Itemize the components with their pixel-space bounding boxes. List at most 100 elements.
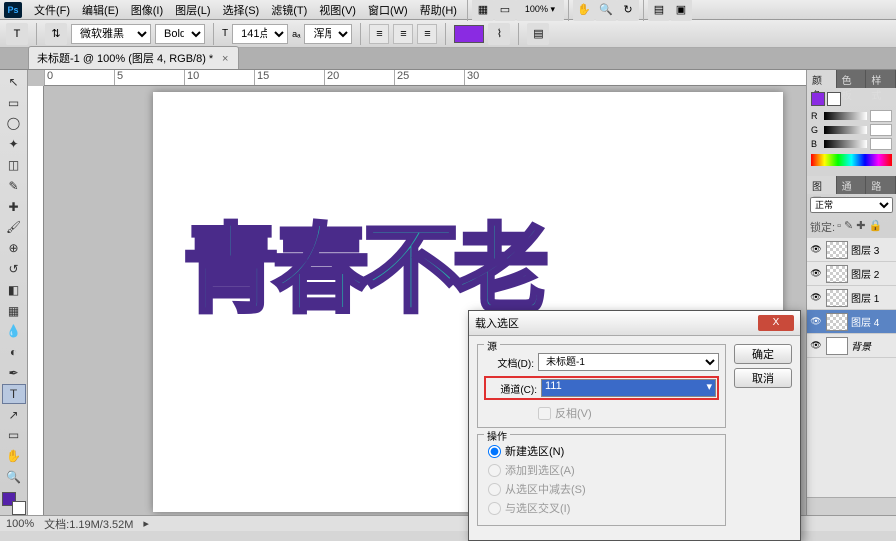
tab-channels[interactable]: 通道 — [837, 176, 867, 194]
layer-list: 👁图层 3 👁图层 2 👁图层 1 👁图层 4 👁背景 — [807, 238, 896, 497]
path-tool[interactable]: ↗ — [2, 405, 26, 425]
dialog-titlebar[interactable]: 载入选区 X — [469, 311, 800, 336]
type-tool[interactable]: T — [2, 384, 26, 404]
shape-tool[interactable]: ▭ — [2, 426, 26, 446]
align-center-icon[interactable]: ≡ — [393, 24, 413, 44]
eye-icon[interactable]: 👁 — [809, 267, 823, 281]
screen-mode-icon[interactable]: ▣ — [670, 0, 692, 21]
tab-paths[interactable]: 路径 — [866, 176, 896, 194]
align-left-icon[interactable]: ≡ — [369, 24, 389, 44]
r-slider[interactable] — [824, 112, 867, 120]
hand-icon[interactable]: ✋ — [573, 0, 595, 21]
heal-tool[interactable]: ✚ — [2, 197, 26, 217]
fg-swatch[interactable] — [811, 92, 825, 106]
char-panel-icon[interactable]: ▤ — [527, 23, 549, 45]
menu-filter[interactable]: 滤镜(T) — [265, 0, 313, 20]
zoom-level[interactable]: 100% ▾ — [516, 0, 564, 21]
text-color-swatch[interactable] — [454, 25, 484, 43]
move-tool[interactable]: ↖ — [2, 72, 26, 92]
menu-layer[interactable]: 图层(L) — [169, 0, 216, 20]
wand-tool[interactable]: ✦ — [2, 134, 26, 154]
type-tool-icon[interactable]: T — [6, 23, 28, 45]
blend-mode-select[interactable]: 正常 — [810, 197, 893, 213]
background-color[interactable] — [12, 501, 26, 515]
b-value[interactable] — [870, 138, 892, 150]
gradient-tool[interactable]: ▦ — [2, 301, 26, 321]
info-chevron-icon[interactable]: ▸ — [143, 517, 149, 530]
layer-row[interactable]: 👁背景 — [807, 334, 896, 358]
marquee-tool[interactable]: ▭ — [2, 93, 26, 113]
op-new-radio[interactable] — [488, 445, 501, 458]
eraser-tool[interactable]: ◧ — [2, 280, 26, 300]
op-add-radio — [488, 464, 501, 477]
channel-select[interactable]: 111 ▾ — [541, 379, 716, 397]
blur-tool[interactable]: 💧 — [2, 322, 26, 342]
bridge-icon[interactable]: ▦ — [472, 0, 494, 21]
ok-button[interactable]: 确定 — [734, 344, 792, 364]
layer-row[interactable]: 👁图层 1 — [807, 286, 896, 310]
menu-image[interactable]: 图像(I) — [125, 0, 169, 20]
tab-styles[interactable]: 样式 — [866, 70, 896, 88]
app-logo: Ps — [4, 2, 22, 18]
layer-row[interactable]: 👁图层 2 — [807, 262, 896, 286]
font-family-select[interactable]: 微软雅黑 — [71, 24, 151, 44]
zoom-status[interactable]: 100% — [6, 518, 34, 530]
operation-legend: 操作 — [484, 428, 510, 443]
crop-tool[interactable]: ◫ — [2, 155, 26, 175]
arrange-icon[interactable]: ▤ — [648, 0, 670, 21]
r-value[interactable] — [870, 110, 892, 122]
font-size-select[interactable]: 141点 — [232, 24, 288, 44]
font-weight-select[interactable]: Bold — [155, 24, 205, 44]
menu-file[interactable]: 文件(F) — [28, 0, 76, 20]
zoom-icon[interactable]: 🔍 — [595, 0, 617, 21]
layer-row[interactable]: 👁图层 4 — [807, 310, 896, 334]
document-tab[interactable]: 未标题-1 @ 100% (图层 4, RGB/8) * × — [28, 46, 239, 69]
document-select[interactable]: 未标题-1 — [538, 353, 719, 371]
aa-label: aₐ — [292, 29, 300, 39]
layer-row[interactable]: 👁图层 3 — [807, 238, 896, 262]
color-ramp[interactable] — [811, 154, 892, 166]
lasso-tool[interactable]: ◯ — [2, 114, 26, 134]
eyedropper-tool[interactable]: ✎ — [2, 176, 26, 196]
color-panel: R G B — [807, 88, 896, 170]
menu-view[interactable]: 视图(V) — [313, 0, 362, 20]
channel-row-highlight: 通道(C): 111 ▾ — [484, 376, 719, 400]
eye-icon[interactable]: 👁 — [809, 315, 823, 329]
hand-tool[interactable]: ✋ — [2, 446, 26, 466]
lock-icons[interactable]: ▫ ✎ ✚ 🔒 — [837, 219, 882, 235]
layout-icon[interactable]: ▭ — [494, 0, 516, 21]
pen-tool[interactable]: ✒ — [2, 363, 26, 383]
zoom-tool[interactable]: 🔍 — [2, 467, 26, 487]
history-brush-tool[interactable]: ↺ — [2, 259, 26, 279]
dialog-close-button[interactable]: X — [758, 315, 794, 331]
bg-swatch[interactable] — [827, 92, 841, 106]
antialias-select[interactable]: 浑厚 — [304, 24, 352, 44]
menu-window[interactable]: 窗口(W) — [362, 0, 414, 20]
text-orientation-icon[interactable]: ⇅ — [45, 23, 67, 45]
tab-color[interactable]: 颜色 — [807, 70, 837, 88]
eye-icon[interactable]: 👁 — [809, 243, 823, 257]
b-slider[interactable] — [824, 140, 867, 148]
menu-select[interactable]: 选择(S) — [217, 0, 266, 20]
warp-text-icon[interactable]: ⌇ — [488, 23, 510, 45]
eye-icon[interactable]: 👁 — [809, 291, 823, 305]
tab-swatches[interactable]: 色板 — [837, 70, 867, 88]
g-slider[interactable] — [824, 126, 867, 134]
align-right-icon[interactable]: ≡ — [417, 24, 437, 44]
color-picker[interactable] — [2, 492, 26, 515]
options-bar: T ⇅ 微软雅黑 Bold T 141点 aₐ 浑厚 ≡ ≡ ≡ ⌇ ▤ — [0, 20, 896, 48]
stamp-tool[interactable]: ⊕ — [2, 238, 26, 258]
dialog-title-text: 载入选区 — [475, 315, 519, 331]
menu-help[interactable]: 帮助(H) — [414, 0, 463, 20]
menu-edit[interactable]: 编辑(E) — [76, 0, 125, 20]
dodge-tool[interactable]: ◐ — [2, 342, 26, 362]
cancel-button[interactable]: 取消 — [734, 368, 792, 388]
close-icon[interactable]: × — [222, 53, 228, 65]
g-value[interactable] — [870, 124, 892, 136]
source-fieldset: 源 文档(D): 未标题-1 通道(C): 111 ▾ 反相(V) — [477, 344, 726, 428]
tab-layers[interactable]: 图层 — [807, 176, 837, 194]
size-icon: T — [222, 28, 228, 39]
brush-tool[interactable]: 🖌 — [2, 218, 26, 238]
rotate-icon[interactable]: ↻ — [617, 0, 639, 21]
eye-icon[interactable]: 👁 — [809, 339, 823, 353]
